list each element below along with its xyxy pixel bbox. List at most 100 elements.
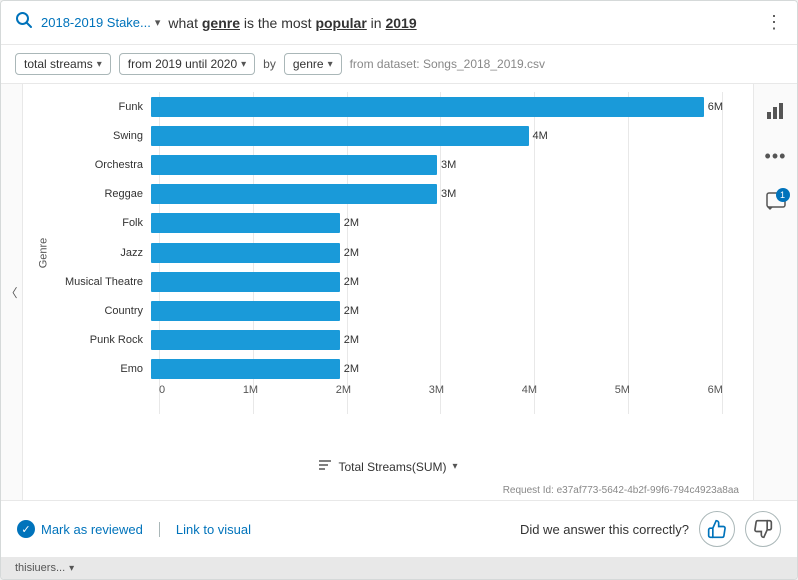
date-filter[interactable]: from 2019 until 2020 ▾ [119,53,255,75]
bar-fill [151,359,340,379]
bottom-strip[interactable]: thisiuers... ▾ [1,557,797,579]
bar-value: 6M [708,101,723,113]
x-tick: 1M [243,384,258,396]
bar-track: 2M [151,301,723,321]
genre-filter[interactable]: genre ▾ [284,53,342,75]
date-label: from 2019 until 2020 [128,57,237,71]
x-axis: 0 1M 2M 3M 4M 5M 6M [61,384,743,414]
by-label: by [263,57,276,71]
genre-caret: ▾ [328,59,333,70]
chart-area: Genre Funk6MSwing4MOrchest [23,84,753,500]
bar-row: Musical Theatre 2M [61,268,723,296]
x-tick: 4M [522,384,537,396]
bar-fill [151,184,437,204]
breadcrumb-label: 2018-2019 Stake... [41,15,151,30]
more-options-icon[interactable]: ⋮ [765,12,783,33]
comment-icon[interactable]: 1 [760,186,792,218]
chart-wrapper: Genre Funk6MSwing4MOrchest [23,92,753,454]
link-visual-button[interactable]: Link to visual [159,522,251,537]
bar-value: 2M [344,217,359,229]
bar-value: 2M [344,276,359,288]
bar-track: 3M [151,155,723,175]
bar-label: Folk [61,217,151,229]
mark-reviewed-button[interactable]: ✓ Mark as reviewed [17,520,143,538]
bar-track: 2M [151,330,723,350]
right-sidebar: ••• 1 [753,84,797,500]
breadcrumb[interactable]: 2018-2019 Stake... ▾ [41,15,160,30]
filter-bar: total streams ▾ from 2019 until 2020 ▾ b… [1,45,797,84]
check-circle-icon: ✓ [17,520,35,538]
bar-label: Reggae [61,188,151,200]
streams-label: total streams [24,57,93,71]
x-tick: 3M [429,384,444,396]
bar-fill [151,243,340,263]
feedback-question: Did we answer this correctly? [520,522,689,537]
bar-row: Jazz 2M [61,239,723,267]
bar-value: 4M [533,130,548,142]
bar-row: Folk 2M [61,209,723,237]
bar-fill [151,330,340,350]
streams-filter[interactable]: total streams ▾ [15,53,111,75]
bars-container: Funk6MSwing4MOrchestra3MReggae3MFolk2MJa… [61,92,743,384]
x-tick: 6M [708,384,723,396]
bar-track: 3M [151,184,723,204]
y-axis-label: Genre [37,238,49,269]
bar-track: 2M [151,359,723,379]
bar-value: 3M [441,159,456,171]
bar-row: Swing4M [61,122,723,150]
bar-label: Punk Rock [61,334,151,346]
more-options-sidebar-icon[interactable]: ••• [760,140,792,172]
genre-label: genre [293,57,324,71]
bar-label: Funk [61,101,151,113]
bar-value: 2M [344,305,359,317]
bar-value: 2M [344,247,359,259]
collapse-button[interactable]: 〈 [1,84,23,500]
x-axis-ticks: 0 1M 2M 3M 4M 5M 6M [159,384,723,414]
bar-label: Jazz [61,247,151,259]
chart-type-icon[interactable] [760,94,792,126]
bar-row: Orchestra 3M [61,151,723,179]
bar-value: 2M [344,363,359,375]
bar-fill [151,272,340,292]
sort-icon [318,458,332,475]
bar-label: Musical Theatre [61,276,151,288]
bar-value: 2M [344,334,359,346]
query-text: what genre is the most popular in 2019 [168,15,757,31]
thumbs-down-button[interactable] [745,511,781,547]
bar-row: Reggae 3M [61,180,723,208]
chart-title-caret[interactable]: ▾ [453,461,458,472]
date-caret: ▾ [241,59,246,70]
chart-title: Total Streams(SUM) [338,460,446,474]
bar-fill [151,126,529,146]
streams-caret: ▾ [97,59,102,70]
bar-fill [151,97,704,117]
bar-fill [151,301,340,321]
breadcrumb-chevron: ▾ [155,16,161,29]
bar-row: Funk 6M [61,93,723,121]
bar-track: 6M [151,97,723,117]
bottom-strip-label: thisiuers... [15,562,65,574]
bar-fill [151,213,340,233]
bar-label: Country [61,305,151,317]
bar-value: 3M [441,188,456,200]
bottom-strip-caret: ▾ [69,563,74,574]
bar-label: Emo [61,363,151,375]
thumbs-up-button[interactable] [699,511,735,547]
bar-row: Country 2M [61,297,723,325]
bar-row: Punk Rock 2M [61,326,723,354]
bar-track: 2M [151,243,723,263]
mark-reviewed-label: Mark as reviewed [41,522,143,537]
x-tick: 2M [336,384,351,396]
bar-row: Emo 2M [61,355,723,383]
bar-track: 4M [151,126,723,146]
x-tick: 5M [615,384,630,396]
bar-label: Orchestra [61,159,151,171]
content-area: 〈 Genre [1,84,797,500]
footer-right: Did we answer this correctly? [520,511,781,547]
x-tick: 0 [159,384,165,396]
y-axis-label-container: Genre [33,92,53,414]
request-id: Request Id: e37af773-5642-4b2f-99f6-794c… [23,483,753,500]
dataset-label: from dataset: Songs_2018_2019.csv [350,57,545,71]
chart-title-row: Total Streams(SUM) ▾ [23,454,753,483]
bar-track: 2M [151,213,723,233]
